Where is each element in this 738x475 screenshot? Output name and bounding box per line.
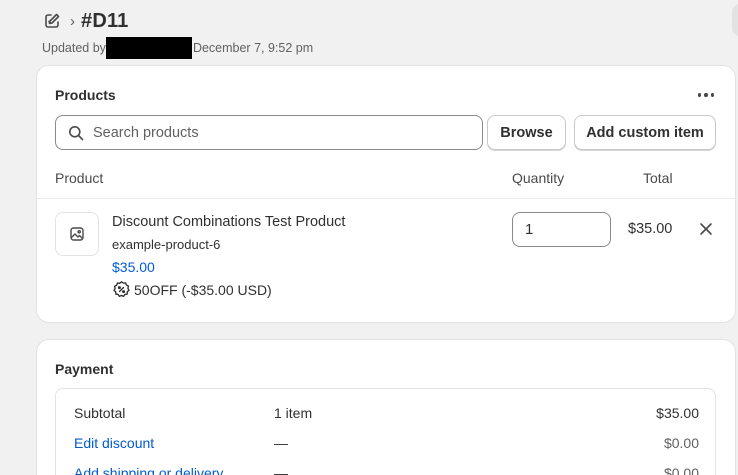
- add-shipping-link[interactable]: Add shipping or delivery: [74, 465, 223, 475]
- table-divider: [37, 198, 735, 199]
- edit-discount-link[interactable]: Edit discount: [74, 435, 154, 451]
- product-image-placeholder: [55, 212, 99, 256]
- products-title: Products: [55, 87, 116, 103]
- shipping-amount: $0.00: [663, 465, 699, 475]
- line-total: $35.00: [628, 221, 673, 237]
- page-title: #D11: [81, 9, 129, 32]
- payment-row-shipping: Add shipping or delivery — $0.00: [74, 465, 699, 475]
- subtotal-label: Subtotal: [74, 405, 126, 421]
- page-header: › #D11: [42, 8, 129, 34]
- corner-action-button[interactable]: [732, 4, 738, 36]
- products-card: Products Browse Add custom item Product …: [37, 66, 735, 322]
- payment-title: Payment: [55, 361, 114, 377]
- payment-row-discount: Edit discount — $0.00: [74, 435, 699, 455]
- discount-code-text: 50OFF (-$35.00 USD): [134, 281, 272, 298]
- image-icon: [70, 227, 84, 241]
- product-discount: 50OFF (-$35.00 USD): [112, 280, 272, 299]
- column-header-product: Product: [55, 170, 104, 186]
- search-icon: [69, 125, 84, 140]
- subtotal-amount: $35.00: [656, 405, 699, 421]
- search-input[interactable]: [93, 124, 473, 141]
- browse-button[interactable]: Browse: [487, 115, 566, 150]
- discount-icon: [113, 281, 130, 298]
- product-price: $35.00: [112, 259, 155, 275]
- discount-amount: $0.00: [663, 435, 699, 451]
- quantity-input[interactable]: [512, 212, 611, 247]
- updated-prefix: Updated by: [42, 40, 106, 55]
- payment-card: Payment Subtotal 1 item $35.00 Edit disc…: [37, 340, 735, 475]
- remove-item-icon[interactable]: [699, 222, 713, 236]
- redacted-user-name: [105, 36, 192, 59]
- updated-info: Updated by December 7, 9:52 pm: [42, 36, 314, 59]
- product-name: Discount Combinations Test Product: [112, 214, 346, 230]
- discount-detail: —: [274, 435, 288, 451]
- shipping-detail: —: [274, 465, 288, 475]
- product-search-box[interactable]: [55, 115, 483, 150]
- subtotal-item-count: 1 item: [274, 405, 313, 421]
- product-sku: example-product-6: [112, 237, 221, 252]
- breadcrumb-chevron-icon: ›: [70, 12, 75, 30]
- draft-order-edit-icon[interactable]: [42, 11, 62, 31]
- column-header-total: Total: [643, 170, 673, 186]
- column-header-quantity: Quantity: [512, 170, 565, 186]
- updated-time: December 7, 9:52 pm: [192, 40, 314, 55]
- payment-summary-box: Subtotal 1 item $35.00 Edit discount — $…: [55, 388, 716, 475]
- more-actions-icon[interactable]: [697, 88, 715, 102]
- payment-row-subtotal: Subtotal 1 item $35.00: [74, 405, 699, 425]
- add-custom-item-button[interactable]: Add custom item: [574, 115, 716, 150]
